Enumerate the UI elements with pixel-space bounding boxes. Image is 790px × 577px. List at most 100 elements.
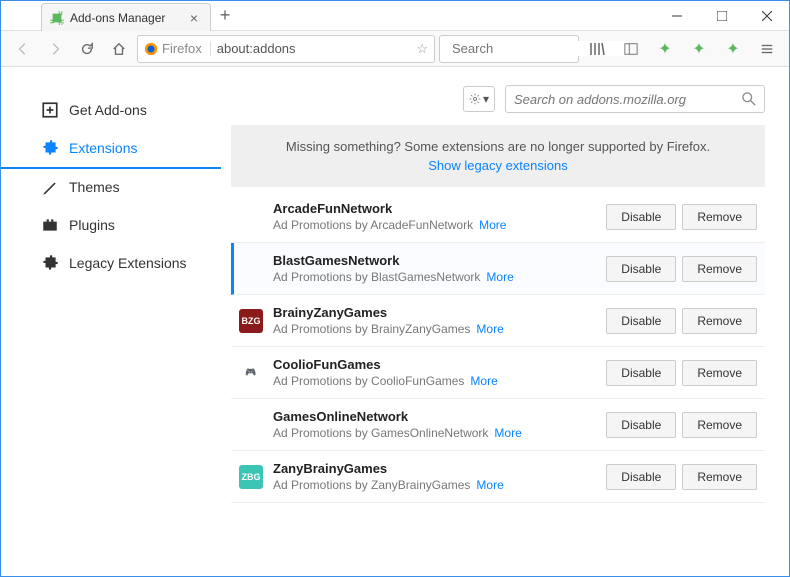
disable-button[interactable]: Disable [606,204,676,230]
extension-name: ZanyBrainyGames [273,461,596,476]
remove-button[interactable]: Remove [682,464,757,490]
tools-gear-button[interactable]: ▾ [463,86,495,112]
search-icon[interactable] [742,92,756,106]
legacy-notice: Missing something? Some extensions are n… [231,125,765,187]
more-link[interactable]: More [470,374,497,388]
remove-button[interactable]: Remove [682,360,757,386]
extension-icon: BZG [239,309,263,333]
themes-icon [41,178,59,196]
browser-tab[interactable]: Add-ons Manager × [41,3,211,31]
sidebar-item-plugins[interactable]: Plugins [1,206,221,244]
extension-actions: Disable Remove [606,412,757,438]
sidebar-button[interactable] [617,35,645,63]
new-tab-button[interactable]: + [211,1,239,30]
main-top-bar: ▾ [231,85,765,113]
more-link[interactable]: More [494,426,521,440]
extension-item[interactable]: BlastGamesNetwork Ad Promotions by Blast… [231,243,765,295]
extension-name: BrainyZanyGames [273,305,596,320]
forward-button[interactable] [41,35,69,63]
sidebar: Get Add-ons Extensions Themes Plugins Le… [1,67,221,576]
extension-icon [239,205,263,229]
extension-item[interactable]: ArcadeFunNetwork Ad Promotions by Arcade… [231,191,765,243]
disable-button[interactable]: Disable [606,412,676,438]
disable-button[interactable]: Disable [606,464,676,490]
more-link[interactable]: More [479,218,506,232]
legacy-icon [41,254,59,272]
extension-item[interactable]: 🎮 CoolioFunGames Ad Promotions by Coolio… [231,347,765,399]
extension-info: ArcadeFunNetwork Ad Promotions by Arcade… [273,201,596,232]
extension-info: GamesOnlineNetwork Ad Promotions by Game… [273,409,596,440]
remove-button[interactable]: Remove [682,412,757,438]
show-legacy-link[interactable]: Show legacy extensions [245,158,751,173]
close-window-button[interactable] [744,1,789,30]
extension-actions: Disable Remove [606,360,757,386]
addon-indicator-3[interactable]: ✦ [719,35,747,63]
sidebar-label: Extensions [69,140,137,156]
gear-icon [469,93,481,105]
extension-icon [239,413,263,437]
plugins-icon [41,216,59,234]
extension-item[interactable]: ZBG ZanyBrainyGames Ad Promotions by Zan… [231,451,765,503]
url-bar[interactable]: Firefox ☆ [137,35,435,63]
extension-item[interactable]: GamesOnlineNetwork Ad Promotions by Game… [231,399,765,451]
addon-indicator-1[interactable]: ✦ [651,35,679,63]
maximize-button[interactable] [699,1,744,30]
bookmark-star-icon[interactable]: ☆ [416,41,428,57]
menu-button[interactable] [753,35,781,63]
sidebar-label: Themes [69,179,120,195]
addon-search-bar[interactable] [505,85,765,113]
extension-info: BlastGamesNetwork Ad Promotions by Blast… [273,253,596,284]
extension-info: BrainyZanyGames Ad Promotions by BrainyZ… [273,305,596,336]
sidebar-item-themes[interactable]: Themes [1,168,221,206]
extension-info: CoolioFunGames Ad Promotions by CoolioFu… [273,357,596,388]
extension-name: ArcadeFunNetwork [273,201,596,216]
disable-button[interactable]: Disable [606,360,676,386]
sidebar-item-get-addons[interactable]: Get Add-ons [1,91,221,129]
extension-desc: Ad Promotions by BrainyZanyGamesMore [273,322,596,336]
remove-button[interactable]: Remove [682,204,757,230]
extensions-icon [41,139,59,157]
close-tab-icon[interactable]: × [186,10,202,26]
extension-desc: Ad Promotions by GamesOnlineNetworkMore [273,426,596,440]
sidebar-label: Get Add-ons [69,102,147,118]
extension-desc: Ad Promotions by BlastGamesNetworkMore [273,270,596,284]
remove-button[interactable]: Remove [682,308,757,334]
titlebar: Add-ons Manager × + [1,1,789,31]
sidebar-item-extensions[interactable]: Extensions [1,129,221,169]
extension-actions: Disable Remove [606,308,757,334]
addon-search-input[interactable] [514,92,742,107]
home-button[interactable] [105,35,133,63]
main-panel: ▾ Missing something? Some extensions are… [221,67,789,576]
extension-icon: ZBG [239,465,263,489]
extension-icon: 🎮 [239,361,263,385]
toolbar: Firefox ☆ ✦ ✦ ✦ [1,31,789,67]
extension-list: ArcadeFunNetwork Ad Promotions by Arcade… [231,191,765,503]
sidebar-item-legacy[interactable]: Legacy Extensions [1,244,221,282]
reload-button[interactable] [73,35,101,63]
back-button[interactable] [9,35,37,63]
toolbar-search[interactable] [439,35,579,63]
extension-name: GamesOnlineNetwork [273,409,596,424]
disable-button[interactable]: Disable [606,256,676,282]
tab-title: Add-ons Manager [70,11,165,25]
more-link[interactable]: More [476,322,503,336]
sidebar-label: Plugins [69,217,115,233]
get-addons-icon [41,101,59,119]
notice-text: Missing something? Some extensions are n… [286,139,710,154]
more-link[interactable]: More [476,478,503,492]
content: Get Add-ons Extensions Themes Plugins Le… [1,67,789,576]
more-link[interactable]: More [486,270,513,284]
url-input[interactable] [217,41,411,56]
extension-icon [239,257,263,281]
brand-label: Firefox [162,41,202,56]
extension-item[interactable]: BZG BrainyZanyGames Ad Promotions by Bra… [231,295,765,347]
toolbar-right: ✦ ✦ ✦ [583,35,781,63]
remove-button[interactable]: Remove [682,256,757,282]
library-button[interactable] [583,35,611,63]
minimize-button[interactable] [654,1,699,30]
firefox-icon [144,42,158,56]
extension-desc: Ad Promotions by CoolioFunGamesMore [273,374,596,388]
disable-button[interactable]: Disable [606,308,676,334]
extension-name: CoolioFunGames [273,357,596,372]
addon-indicator-2[interactable]: ✦ [685,35,713,63]
